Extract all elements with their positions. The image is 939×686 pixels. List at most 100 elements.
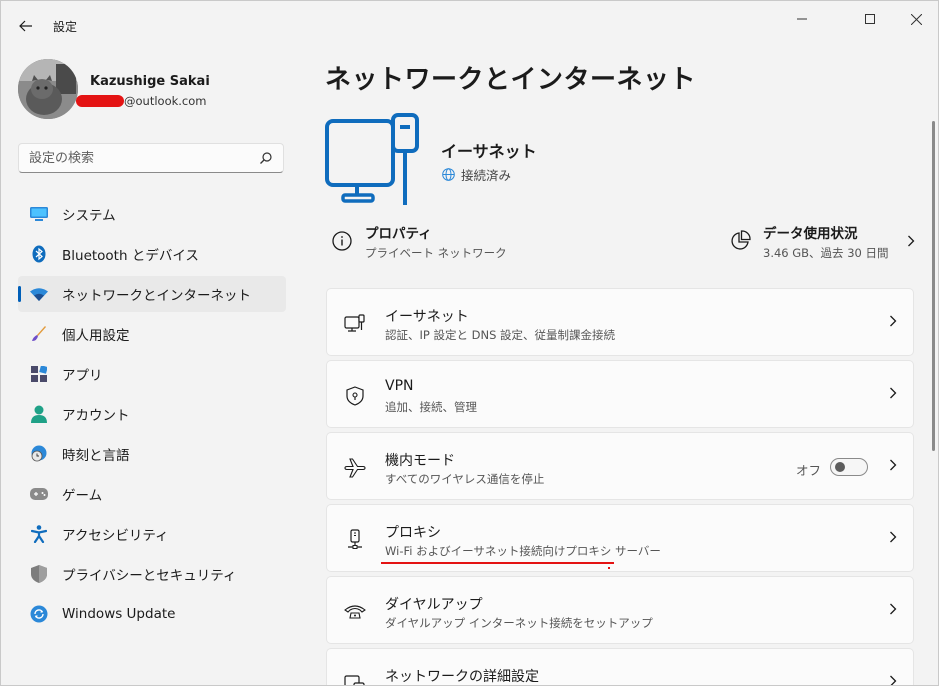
chevron-right-icon: [890, 675, 897, 685]
annotation-dot: [608, 567, 610, 569]
profile-email-domain: @outlook.com: [124, 94, 207, 108]
sidebar-item-label: Windows Update: [62, 606, 176, 622]
chevron-right-icon: [890, 387, 897, 399]
window-title: 設定: [53, 20, 78, 34]
card-ethernet[interactable]: イーサネット 認証、IP 設定と DNS 設定、従量制課金接続: [326, 288, 914, 356]
sidebar-item-personalization[interactable]: 個人用設定: [18, 316, 286, 352]
data-usage-title: データ使用状況: [763, 225, 858, 242]
sidebar-item-label: ネットワークとインターネット: [62, 288, 251, 304]
sidebar-item-label: アカウント: [62, 408, 130, 424]
properties-title: プロパティ: [365, 225, 432, 242]
sidebar-item-network[interactable]: ネットワークとインターネット: [18, 276, 286, 312]
airplane-mode-toggle[interactable]: [830, 458, 868, 476]
avatar[interactable]: [18, 59, 78, 119]
shield-icon: [29, 564, 49, 584]
card-title: プロキシ: [385, 525, 441, 541]
chevron-right-icon: [890, 459, 897, 471]
pie-chart-icon: [731, 230, 751, 250]
sidebar-nav: システム Bluetooth とデバイス ネットワークとインターネット 個人用設…: [18, 196, 286, 636]
apps-icon: [29, 364, 49, 384]
person-icon: [29, 404, 49, 424]
card-subtitle: Wi-Fi およびイーサネット接続向けプロキシ サーバー: [385, 544, 661, 558]
back-button[interactable]: [11, 11, 41, 41]
connection-name: イーサネット: [441, 142, 537, 161]
gamepad-icon: [29, 484, 49, 504]
accessibility-icon: [29, 524, 49, 544]
network-advanced-icon: [344, 673, 366, 685]
profile-name: Kazushige Sakai: [90, 74, 210, 89]
sidebar-item-label: プライバシーとセキュリティ: [62, 568, 237, 584]
card-advanced-network[interactable]: ネットワークの詳細設定: [326, 648, 914, 685]
brush-icon: [29, 324, 49, 344]
minimize-icon: [797, 18, 807, 20]
clock-globe-icon: [29, 444, 49, 464]
sidebar-item-apps[interactable]: アプリ: [18, 356, 286, 392]
sidebar-item-system[interactable]: システム: [18, 196, 286, 232]
sidebar-item-accessibility[interactable]: アクセシビリティ: [18, 516, 286, 552]
sidebar-item-windows-update[interactable]: Windows Update: [18, 596, 286, 632]
chevron-right-icon: [890, 315, 897, 327]
card-subtitle: すべてのワイヤレス通信を停止: [385, 472, 545, 486]
data-usage-link[interactable]: データ使用状況 3.46 GB、過去 30 日間: [729, 221, 915, 261]
scrollbar-thumb[interactable]: [932, 121, 935, 451]
sidebar-item-label: アクセシビリティ: [62, 528, 169, 544]
card-airplane-mode[interactable]: 機内モード すべてのワイヤレス通信を停止 オフ: [326, 432, 914, 500]
card-dialup[interactable]: ダイヤルアップ ダイヤルアップ インターネット接続をセットアップ: [326, 576, 914, 644]
info-icon: [332, 231, 352, 251]
sidebar-item-label: ゲーム: [62, 488, 103, 504]
chevron-right-icon: [907, 235, 914, 247]
maximize-icon: [865, 14, 875, 24]
card-title: ダイヤルアップ: [385, 597, 483, 613]
settings-window: 設定 Kazushige Sakai @outlook.com 設定の検索 シス…: [0, 0, 939, 686]
sidebar-item-label: Bluetooth とデバイス: [62, 248, 199, 264]
maximize-button[interactable]: [847, 5, 893, 33]
dialup-icon: [344, 601, 366, 623]
card-title: 機内モード: [385, 453, 455, 469]
sidebar-item-label: 個人用設定: [62, 328, 130, 344]
card-subtitle: 認証、IP 設定と DNS 設定、従量制課金接続: [385, 328, 616, 342]
proxy-icon: [344, 529, 366, 551]
ethernet-pc-icon: [344, 313, 366, 335]
sidebar-item-time-language[interactable]: 時刻と言語: [18, 436, 286, 472]
redaction-mark: [76, 95, 124, 107]
card-subtitle: ダイヤルアップ インターネット接続をセットアップ: [385, 616, 653, 630]
globe-icon: [442, 168, 455, 181]
close-button[interactable]: [893, 5, 938, 33]
page-title: ネットワークとインターネット: [325, 65, 697, 95]
minimize-button[interactable]: [779, 5, 825, 33]
monitor-icon: [29, 204, 49, 224]
annotation-underline: [381, 562, 614, 564]
settings-cards: イーサネット 認証、IP 設定と DNS 設定、従量制課金接続 VPN 追加、接…: [326, 288, 914, 685]
cat-photo-icon: [18, 59, 78, 119]
bluetooth-icon: [29, 244, 49, 264]
connection-status-text: 接続済み: [461, 168, 512, 183]
back-arrow-icon: [19, 20, 32, 32]
sidebar-item-label: システム: [62, 208, 116, 224]
search-icon[interactable]: [259, 151, 273, 165]
card-subtitle: 追加、接続、管理: [385, 400, 477, 414]
airplane-toggle-label: オフ: [796, 463, 822, 478]
airplane-icon: [344, 457, 366, 479]
sidebar-item-privacy[interactable]: プライバシーとセキュリティ: [18, 556, 286, 592]
properties-subtitle: プライベート ネットワーク: [365, 245, 507, 260]
sidebar-item-bluetooth[interactable]: Bluetooth とデバイス: [18, 236, 286, 272]
sidebar-item-accounts[interactable]: アカウント: [18, 396, 286, 432]
sidebar-item-gaming[interactable]: ゲーム: [18, 476, 286, 512]
ethernet-monitor-icon: [325, 113, 419, 205]
connection-status: 接続済み: [442, 165, 511, 184]
wifi-icon: [29, 284, 49, 304]
title-bar: 設定: [1, 1, 938, 49]
sidebar-item-label: 時刻と言語: [62, 448, 130, 464]
card-title: ネットワークの詳細設定: [385, 669, 539, 685]
search-box[interactable]: [18, 143, 284, 173]
properties-link[interactable]: プロパティ プライベート ネットワーク: [331, 221, 507, 261]
sidebar-item-label: アプリ: [62, 368, 103, 384]
card-vpn[interactable]: VPN 追加、接続、管理: [326, 360, 914, 428]
search-input[interactable]: [29, 144, 249, 172]
data-usage-subtitle: 3.46 GB、過去 30 日間: [763, 245, 889, 260]
card-title: イーサネット: [385, 309, 469, 325]
chevron-right-icon: [890, 531, 897, 543]
toggle-knob: [835, 462, 845, 472]
update-icon: [29, 604, 49, 624]
card-title: VPN: [385, 378, 414, 394]
